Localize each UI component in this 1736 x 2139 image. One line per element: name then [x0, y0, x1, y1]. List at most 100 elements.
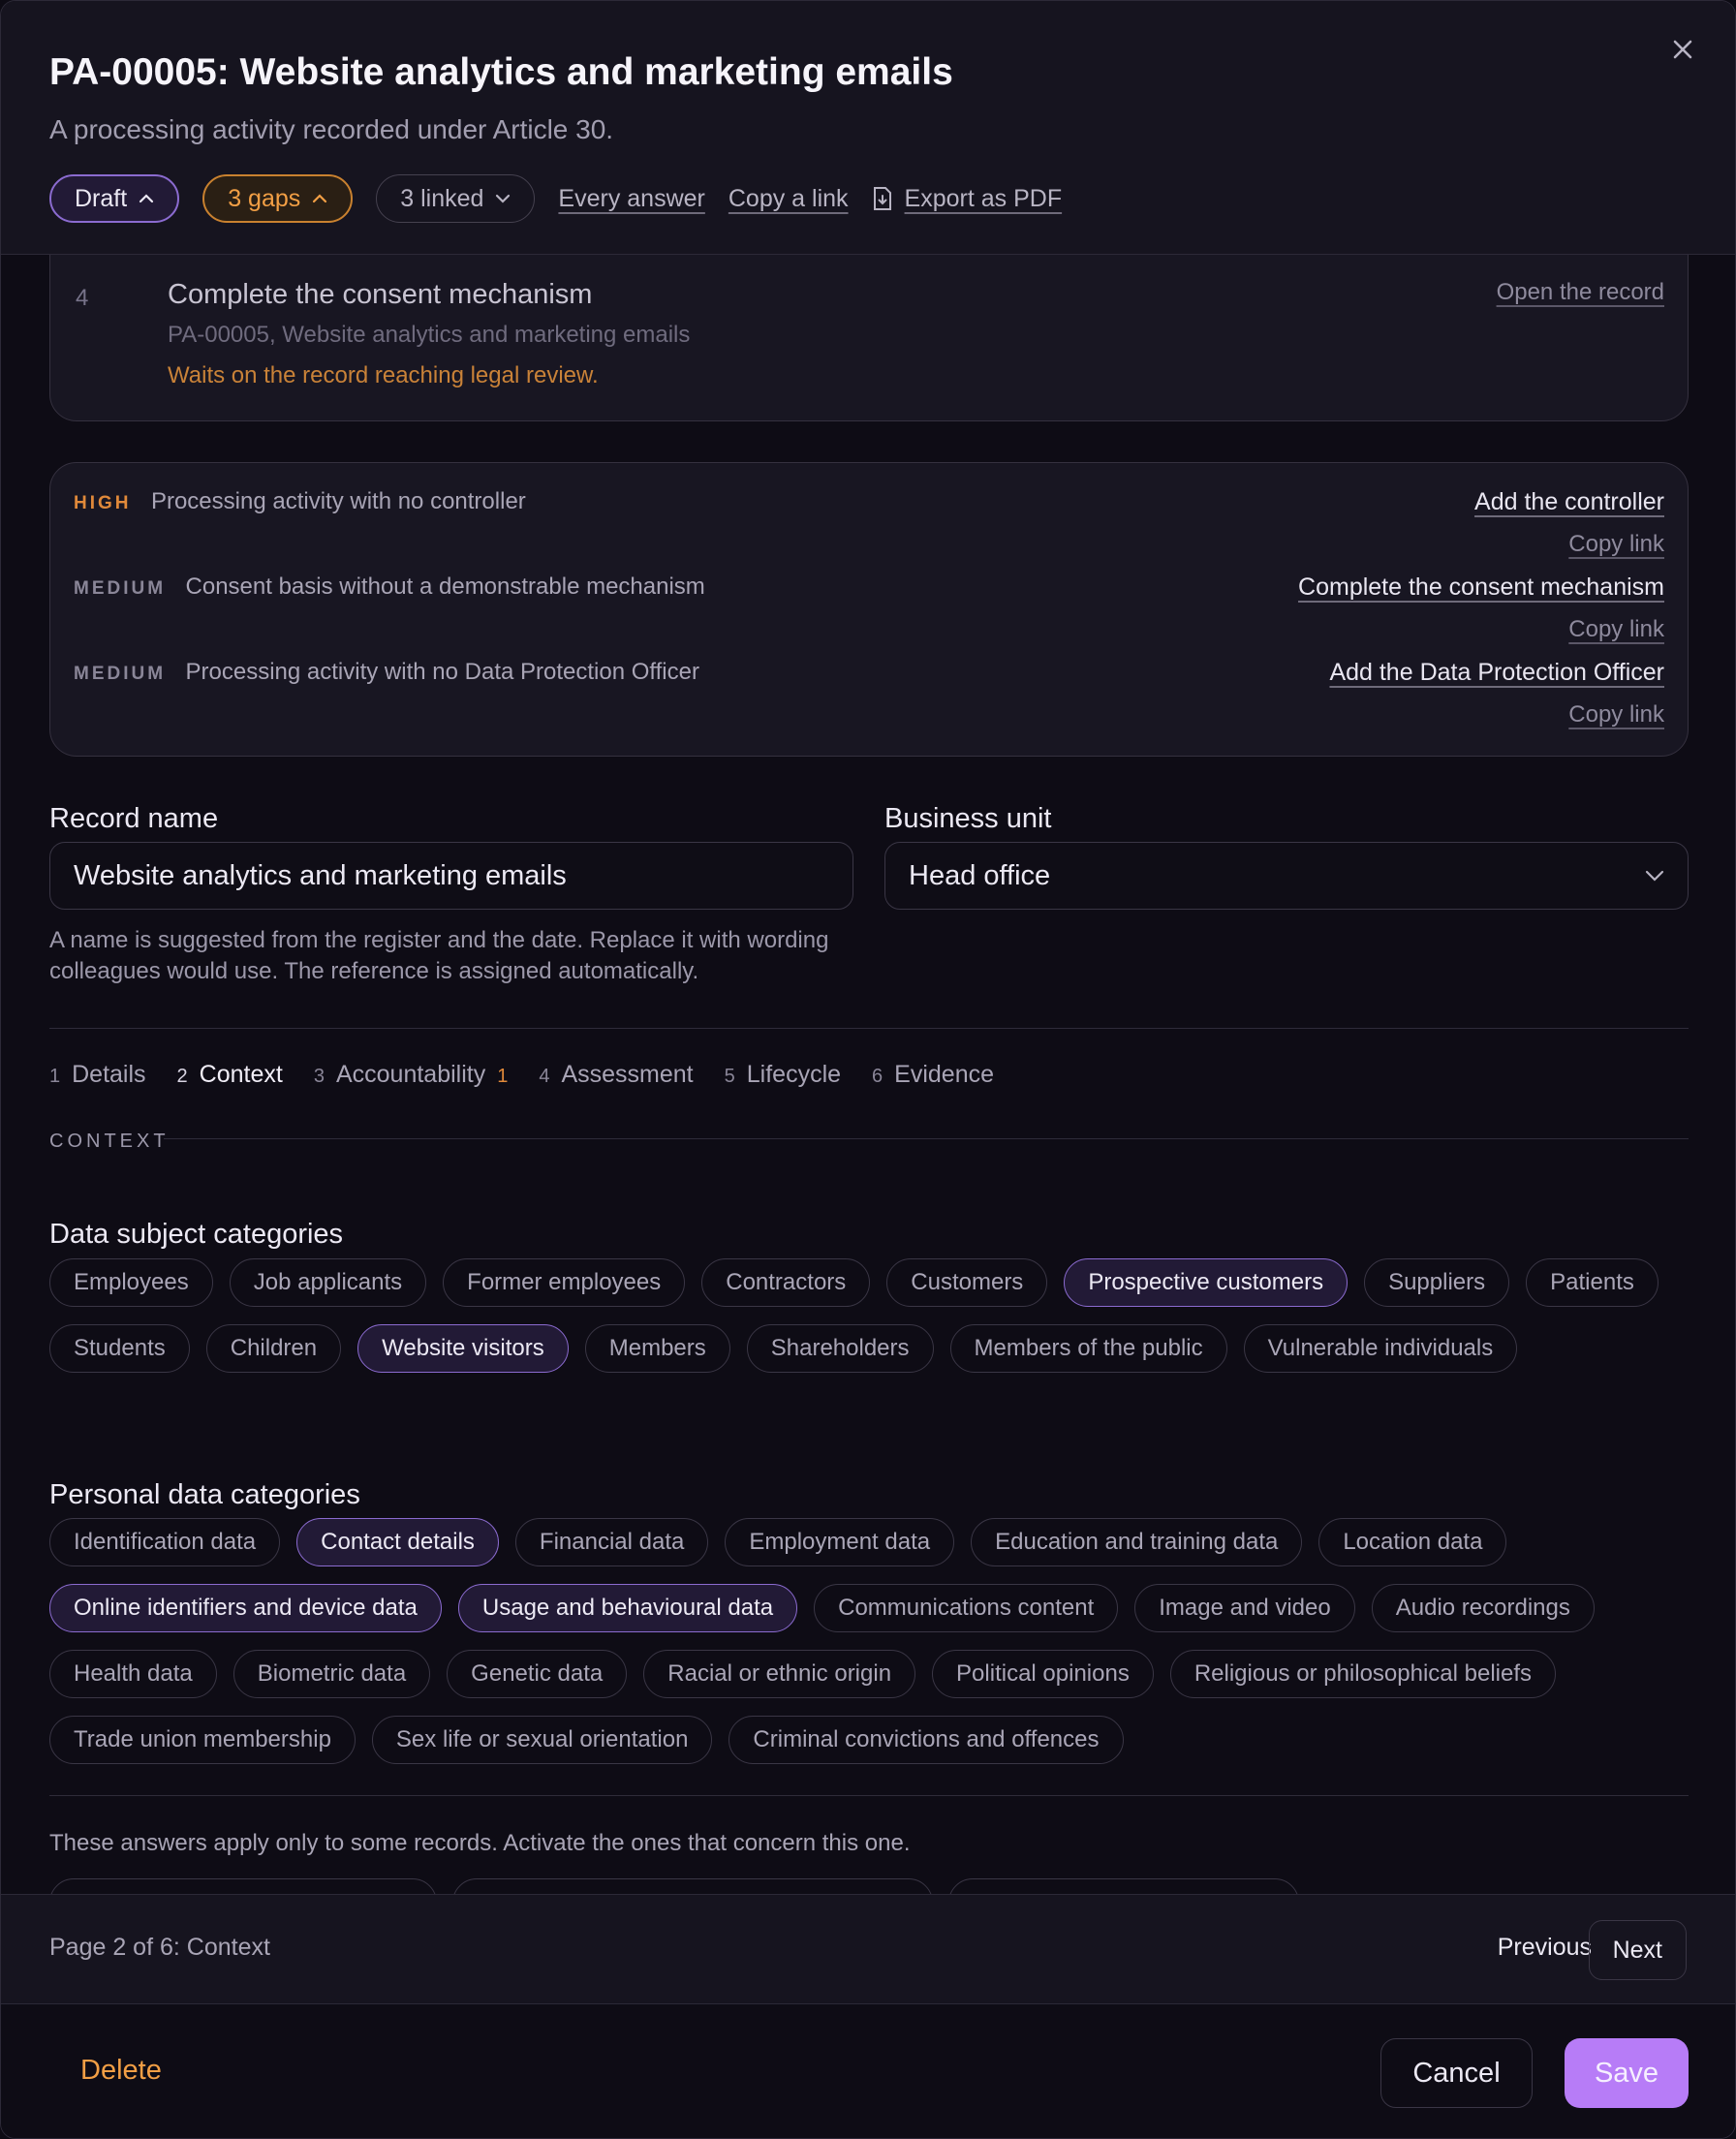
- category-chip[interactable]: Children: [205, 1324, 342, 1373]
- category-chip[interactable]: Usage and behavioural data: [457, 1584, 798, 1632]
- gap-text: Processing activity with no controller: [150, 488, 526, 514]
- tab-details[interactable]: 1 Details: [49, 1061, 146, 1089]
- chevron-up-icon: [313, 194, 327, 203]
- category-chip[interactable]: Image and video: [1134, 1584, 1355, 1632]
- category-chip[interactable]: Members: [584, 1324, 730, 1373]
- gap-row: HIGH Processing activity with no control…: [74, 488, 1664, 557]
- every-answer-link[interactable]: Every answer: [558, 185, 704, 213]
- category-chip[interactable]: Identification data: [49, 1518, 281, 1566]
- category-chip[interactable]: Patients: [1526, 1258, 1658, 1307]
- dialog-footer: Delete Cancel Save: [1, 2004, 1735, 2138]
- category-chip[interactable]: Racial or ethnic origin: [643, 1650, 916, 1698]
- category-chip[interactable]: Contact details: [296, 1518, 499, 1566]
- data-subject-chips: Employees Job applicants Former employees C…: [49, 1258, 1696, 1390]
- gap-copy-link[interactable]: Copy link: [1568, 701, 1664, 728]
- conditional-chip[interactable]: [948, 1878, 1299, 1894]
- category-chip[interactable]: Contractors: [701, 1258, 871, 1307]
- save-button[interactable]: Save: [1565, 2038, 1689, 2108]
- step-tabs: 1 Details 2 Context 3 Accountability 1 4 Asse…: [49, 1061, 1025, 1089]
- delete-button[interactable]: Delete: [80, 2055, 162, 2087]
- gap-copy-link[interactable]: Copy link: [1568, 531, 1664, 558]
- category-chip[interactable]: Employees: [49, 1258, 213, 1307]
- gaps-dropdown[interactable]: 3 gaps: [202, 174, 354, 223]
- gap-copy-link[interactable]: Copy link: [1568, 616, 1664, 643]
- tab-evidence[interactable]: 6 Evidence: [872, 1061, 994, 1089]
- conditional-chip[interactable]: [49, 1878, 437, 1894]
- category-chip[interactable]: Members of the public: [949, 1324, 1227, 1373]
- next-button[interactable]: Next: [1588, 1920, 1687, 1980]
- gaps-label: 3 gaps: [228, 184, 301, 212]
- gap-action-link[interactable]: Add the Data Protection Officer: [1329, 659, 1664, 687]
- conditional-note: These answers apply only to some records…: [49, 1830, 911, 1856]
- header-actions: Draft 3 gaps 3 linked Every answer Copy …: [49, 173, 1085, 224]
- category-chip[interactable]: Audio recordings: [1371, 1584, 1595, 1632]
- dialog-header: PA-00005: Website analytics and marketin…: [1, 1, 1735, 255]
- tab-number: 4: [539, 1066, 550, 1087]
- category-chip[interactable]: Political opinions: [932, 1650, 1154, 1698]
- category-chip[interactable]: Communications content: [814, 1584, 1119, 1632]
- cancel-button[interactable]: Cancel: [1380, 2038, 1533, 2108]
- previous-button[interactable]: Previous: [1498, 1934, 1592, 1962]
- step-warning: Waits on the record reaching legal revie…: [168, 362, 599, 388]
- dialog-body[interactable]: 4 Complete the consent mechanism PA-0000…: [1, 255, 1735, 1894]
- dialog-title: PA-00005: Website analytics and marketin…: [49, 51, 953, 93]
- record-name-value: Website analytics and marketing emails: [74, 859, 567, 891]
- close-button[interactable]: [1667, 34, 1698, 65]
- category-chip[interactable]: Former employees: [443, 1258, 686, 1307]
- category-chip[interactable]: Criminal convictions and offences: [728, 1716, 1124, 1764]
- tab-number: 6: [872, 1066, 884, 1087]
- category-chip[interactable]: Employment data: [725, 1518, 955, 1566]
- status-dropdown[interactable]: Draft: [49, 174, 180, 223]
- record-name-input[interactable]: Website analytics and marketing emails: [49, 842, 853, 910]
- tab-lifecycle[interactable]: 5 Lifecycle: [725, 1061, 841, 1089]
- severity-badge: HIGH: [74, 493, 132, 513]
- dialog-subtitle: A processing activity recorded under Art…: [49, 114, 614, 144]
- severity-badge: MEDIUM: [74, 578, 167, 599]
- tab-number: 3: [313, 1066, 325, 1087]
- gaps-card: HIGH Processing activity with no control…: [49, 462, 1689, 757]
- category-chip[interactable]: Prospective customers: [1064, 1258, 1348, 1307]
- category-chip[interactable]: Shareholders: [746, 1324, 934, 1373]
- copy-link-link[interactable]: Copy a link: [728, 185, 849, 213]
- divider: [49, 1028, 1689, 1029]
- conditional-chip[interactable]: [452, 1878, 933, 1894]
- category-chip[interactable]: Website visitors: [357, 1324, 569, 1373]
- close-icon: [1673, 40, 1692, 59]
- tab-context[interactable]: 2 Context: [177, 1061, 283, 1089]
- category-chip[interactable]: Online identifiers and device data: [49, 1584, 442, 1632]
- tab-number: 1: [49, 1066, 61, 1087]
- category-chip[interactable]: Customers: [886, 1258, 1048, 1307]
- category-chip[interactable]: Education and training data: [971, 1518, 1303, 1566]
- export-pdf-link[interactable]: Export as PDF: [872, 185, 1062, 213]
- category-chip[interactable]: Biometric data: [232, 1650, 431, 1698]
- tab-gap-badge: 1: [497, 1066, 509, 1087]
- category-chip[interactable]: Sex life or sexual orientation: [371, 1716, 713, 1764]
- category-chip[interactable]: Location data: [1318, 1518, 1507, 1566]
- step-number: 4: [76, 285, 89, 311]
- next-step-card: 4 Complete the consent mechanism PA-0000…: [49, 255, 1689, 421]
- business-unit-label: Business unit: [884, 803, 1052, 834]
- category-chip[interactable]: Health data: [49, 1650, 217, 1698]
- record-name-help: A name is suggested from the register an…: [49, 927, 829, 984]
- business-unit-select[interactable]: Head office: [884, 842, 1689, 910]
- tab-assessment[interactable]: 4 Assessment: [539, 1061, 693, 1089]
- step-subtitle: PA-00005, Website analytics and marketin…: [168, 322, 691, 348]
- gap-action-link[interactable]: Complete the consent mechanism: [1298, 574, 1664, 602]
- linked-dropdown[interactable]: 3 linked: [376, 174, 536, 223]
- category-chip[interactable]: Trade union membership: [49, 1716, 356, 1764]
- category-chip[interactable]: Religious or philosophical beliefs: [1169, 1650, 1557, 1698]
- category-chip[interactable]: Genetic data: [447, 1650, 628, 1698]
- gap-action-link[interactable]: Add the controller: [1474, 488, 1664, 516]
- open-record-link[interactable]: Open the record: [1497, 279, 1664, 306]
- page-indicator: Page 2 of 6: Context: [49, 1934, 270, 1961]
- category-chip[interactable]: Job applicants: [229, 1258, 427, 1307]
- linked-label: 3 linked: [400, 184, 484, 212]
- category-chip[interactable]: Financial data: [514, 1518, 709, 1566]
- category-chip[interactable]: Students: [49, 1324, 190, 1373]
- tab-label: Details: [72, 1061, 146, 1088]
- tab-accountability[interactable]: 3 Accountability 1: [314, 1061, 509, 1089]
- category-chip[interactable]: Vulnerable individuals: [1243, 1324, 1518, 1373]
- category-chip[interactable]: Suppliers: [1364, 1258, 1510, 1307]
- chevron-down-icon: [1645, 870, 1664, 882]
- gap-row: MEDIUM Consent basis without a demonstra…: [74, 574, 1664, 642]
